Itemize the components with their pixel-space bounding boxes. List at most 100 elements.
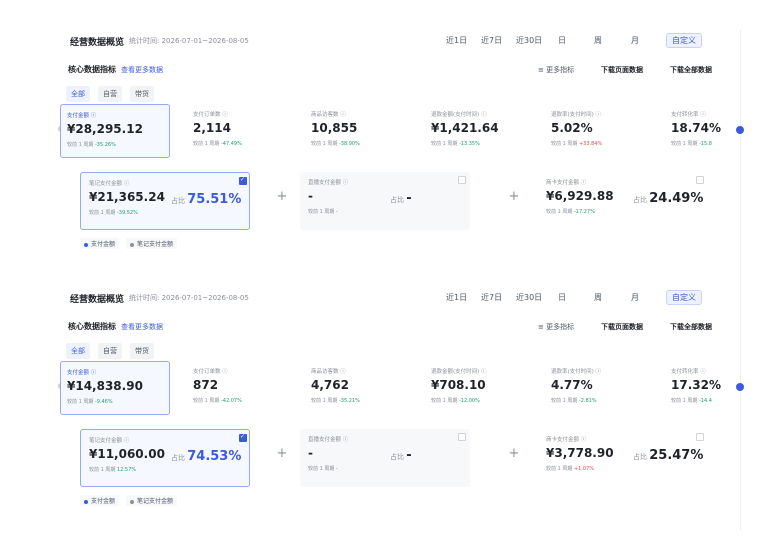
- metric-card[interactable]: 商品访客数 ⓘ 4,762 较前 1 周期 -35.21%: [305, 361, 415, 415]
- overview-panel-1: 经营数据概览 统计时间: 2026-07-01~2026-08-05 近1日 近7日…: [58, 26, 744, 250]
- scroll-right-indicator[interactable]: [736, 126, 744, 134]
- metric-value: ¥708.10: [431, 378, 486, 392]
- range-option-1[interactable]: 近7日: [481, 35, 502, 46]
- legend-item[interactable]: 支付金额: [80, 495, 120, 506]
- metric-label: 支付金额 ⓘ: [67, 113, 97, 119]
- sub-metric-compare: 较前 1 周期 -39.52%: [89, 210, 138, 216]
- core-metrics-title: 核心数据指标: [68, 65, 116, 74]
- metric-card[interactable]: 退款率(支付时间) ⓘ 4.77% 较前 1 周期 -2.81%: [545, 361, 655, 415]
- sub-metric-label: 笔记支付金额 ⓘ: [89, 438, 130, 444]
- metric-compare: 较前 1 周期 -35.21%: [311, 398, 360, 404]
- plus-icon: +: [276, 446, 288, 461]
- card-checkbox[interactable]: [696, 433, 704, 441]
- metric-value: 17.32%: [671, 378, 721, 392]
- info-circle-icon: ⓘ: [481, 369, 487, 375]
- sub-metric-card[interactable]: 商卡支付金额 ⓘ ¥3,778.90 较前 1 周期 +1.07% 占比 25.…: [538, 429, 708, 487]
- metric-card[interactable]: 退款金额(支付时间) ⓘ ¥708.10 较前 1 周期 -12.00%: [425, 361, 535, 415]
- metric-card[interactable]: 支付转化率 ⓘ 18.74% 较前 1 周期 -15.8: [665, 104, 775, 158]
- chart-legend: 支付金额 笔记支付金额: [60, 236, 740, 250]
- overview-panel-2: 经营数据概览 统计时间: 2026-07-01~2026-08-05 近1日 近7日…: [58, 283, 744, 507]
- metric-label: 商品访客数 ⓘ: [311, 369, 346, 375]
- share-ratio: 占比 24.49%: [633, 191, 704, 206]
- sub-metric-value: ¥3,778.90: [546, 446, 614, 460]
- range-option-3[interactable]: 日: [558, 292, 566, 303]
- range-option-6[interactable]: 自定义: [666, 33, 702, 48]
- sub-metric-card[interactable]: 直播支付金额 ⓘ - 较前 1 周期 - 占比 -: [300, 172, 470, 230]
- info-circle-icon: ⓘ: [580, 437, 587, 443]
- metric-compare: 较前 1 周期 -47.49%: [193, 141, 242, 147]
- share-ratio: 占比 25.47%: [633, 448, 704, 463]
- tab-2[interactable]: 带货: [130, 86, 154, 102]
- range-option-1[interactable]: 近7日: [481, 292, 502, 303]
- range-option-2[interactable]: 近30日: [516, 292, 542, 303]
- metric-card[interactable]: 退款金额(支付时间) ⓘ ¥1,421.64 较前 1 周期 -13.35%: [425, 104, 535, 158]
- sub-metric-delta: -17.27%: [573, 209, 595, 215]
- range-option-3[interactable]: 日: [558, 35, 566, 46]
- card-checkbox[interactable]: [458, 176, 466, 184]
- sub-metric-delta: 12.57%: [116, 467, 137, 473]
- range-option-4[interactable]: 周: [594, 292, 602, 303]
- metric-label: 支付转化率 ⓘ: [671, 369, 706, 375]
- metric-card[interactable]: 支付订单数 ⓘ 2,114 较前 1 周期 -47.49%: [187, 104, 297, 158]
- download-all-data-button[interactable]: 下载全部数据: [670, 65, 712, 75]
- metric-delta: -35.21%: [338, 398, 360, 404]
- metric-card[interactable]: 支付金额 ⓘ ¥14,838.90 较前 1 周期 -9.46%: [60, 361, 170, 415]
- range-option-0[interactable]: 近1日: [446, 292, 467, 303]
- sub-metric-card[interactable]: 直播支付金额 ⓘ - 较前 1 周期 - 占比 -: [300, 429, 470, 487]
- legend-item[interactable]: 笔记支付金额: [126, 238, 178, 249]
- card-checkbox[interactable]: [458, 433, 466, 441]
- metric-compare: 较前 1 周期 -42.07%: [193, 398, 242, 404]
- card-checkbox[interactable]: [239, 433, 247, 442]
- core-metrics-header: 核心数据指标 查看更多数据 ≡ 更多指标 下载页面数据 下载全部数据: [60, 313, 740, 339]
- more-metrics-label: 更多指标: [546, 323, 575, 331]
- range-option-5[interactable]: 月: [631, 35, 639, 46]
- metric-label: 支付订单数 ⓘ: [193, 112, 228, 118]
- tab-0[interactable]: 全部: [66, 343, 90, 359]
- card-checkbox[interactable]: [696, 176, 704, 184]
- range-option-0[interactable]: 近1日: [446, 35, 467, 46]
- metric-label: 商品访客数 ⓘ: [311, 112, 346, 118]
- channel-tabs: 全部 自营 带货: [60, 82, 740, 104]
- sub-metric-delta: -39.52%: [116, 210, 138, 216]
- download-all-data-button[interactable]: 下载全部数据: [670, 322, 712, 332]
- range-option-5[interactable]: 月: [631, 292, 639, 303]
- view-more-data-link[interactable]: 查看更多数据: [121, 65, 163, 75]
- metric-card[interactable]: 退款率(支付时间) ⓘ 5.02% 较前 1 周期 +33.84%: [545, 104, 655, 158]
- card-checkbox[interactable]: [239, 176, 247, 185]
- more-metrics-label: 更多指标: [546, 66, 575, 74]
- metric-compare: 较前 1 周期 -14.4: [671, 398, 712, 404]
- sub-metric-compare: 较前 1 周期 -: [308, 209, 338, 215]
- sub-metric-card[interactable]: 笔记支付金额 ⓘ ¥21,365.24 较前 1 周期 -39.52% 占比 7…: [80, 172, 250, 230]
- info-circle-icon: ⓘ: [123, 438, 130, 444]
- sub-metric-compare: 较前 1 周期 -: [308, 466, 338, 472]
- info-circle-icon: ⓘ: [123, 181, 130, 187]
- metric-card[interactable]: 支付金额 ⓘ ¥28,295.12 较前 1 周期 -35.26%: [60, 104, 170, 158]
- range-option-6[interactable]: 自定义: [666, 290, 702, 305]
- download-page-data-button[interactable]: 下载页面数据: [601, 65, 643, 75]
- tab-1[interactable]: 自营: [98, 86, 122, 102]
- scroll-right-indicator[interactable]: [736, 383, 744, 391]
- sub-metric-card[interactable]: 商卡支付金额 ⓘ ¥6,929.88 较前 1 周期 -17.27% 占比 24…: [538, 172, 708, 230]
- tab-0[interactable]: 全部: [66, 86, 90, 102]
- metric-compare: 较前 1 周期 -12.00%: [431, 398, 480, 404]
- more-metrics-button[interactable]: ≡ 更多指标: [538, 65, 574, 75]
- legend-item[interactable]: 笔记支付金额: [126, 495, 178, 506]
- more-metrics-button[interactable]: ≡ 更多指标: [538, 322, 574, 332]
- tab-2[interactable]: 带货: [130, 343, 154, 359]
- metric-card[interactable]: 支付转化率 ⓘ 17.32% 较前 1 周期 -14.4: [665, 361, 775, 415]
- range-option-2[interactable]: 近30日: [516, 35, 542, 46]
- legend-item[interactable]: 支付金额: [80, 238, 120, 249]
- metric-value: ¥14,838.90: [67, 379, 143, 393]
- metric-card[interactable]: 支付订单数 ⓘ 872 较前 1 周期 -42.07%: [187, 361, 297, 415]
- range-option-4[interactable]: 周: [594, 35, 602, 46]
- sub-metric-value: ¥6,929.88: [546, 189, 614, 203]
- metric-delta: -42.07%: [220, 398, 242, 404]
- tab-1[interactable]: 自营: [98, 343, 122, 359]
- list-icon: ≡: [538, 323, 547, 331]
- download-page-data-button[interactable]: 下载页面数据: [601, 322, 643, 332]
- overview-header: 经营数据概览 统计时间: 2026-07-01~2026-08-05 近1日 近7日…: [60, 283, 740, 313]
- sub-metric-card[interactable]: 笔记支付金额 ⓘ ¥11,060.00 较前 1 周期 12.57% 占比 74…: [80, 429, 250, 487]
- view-more-data-link[interactable]: 查看更多数据: [121, 322, 163, 332]
- metric-card[interactable]: 商品访客数 ⓘ 10,855 较前 1 周期 -38.90%: [305, 104, 415, 158]
- legend-dot: [130, 499, 134, 504]
